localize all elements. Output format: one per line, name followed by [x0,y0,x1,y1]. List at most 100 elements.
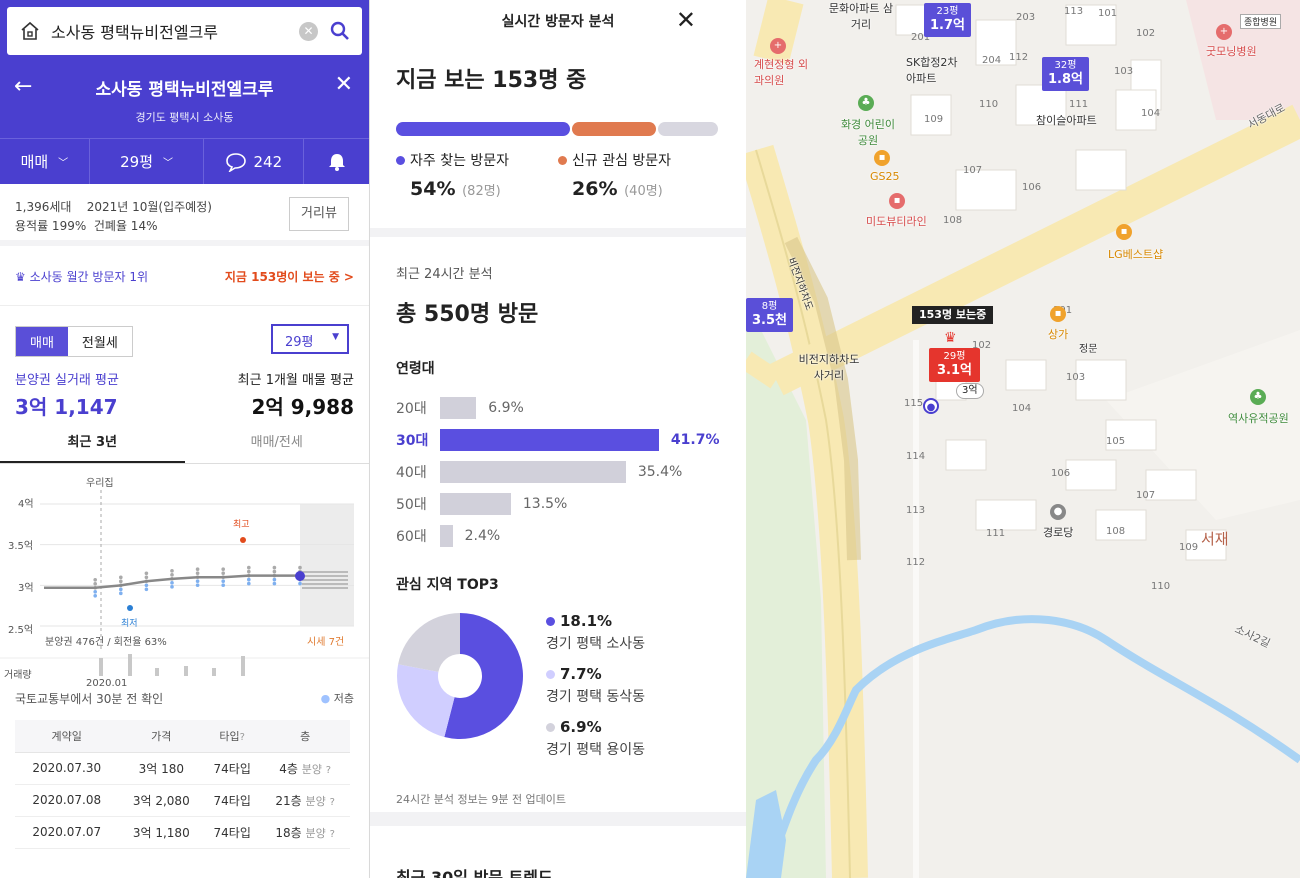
price-pin[interactable]: 32평 1.8억 [1042,57,1089,91]
hospital-icon: + [1216,24,1232,40]
search-box[interactable]: 소사동 평택뉴비전엘크루 ✕ [7,7,362,55]
price-points [93,565,302,598]
map-label: LG베스트샵 [1108,248,1164,261]
age-value: 41.7% [670,432,720,448]
region-item: 7.7% 경기 평택 동삭동 [546,665,645,706]
region-pct: 6.9% [560,718,602,736]
visitor-legend: 자주 찾는 방문자 54% (82명) 신규 관심 방문자 26% (40명) [396,150,720,200]
period-tabs: 최근 3년 매매/전세 [0,428,369,464]
help-icon[interactable]: ? [240,732,245,743]
map-label: 상가 [1048,328,1069,341]
forecast-area [300,504,354,626]
col-price: 가격 [118,720,205,753]
map-label: 계현정형 외과의원 [754,58,809,87]
volume-bar [241,656,245,676]
low-label: 최저 [121,618,138,629]
low-floor-legend: 저층 [333,692,354,705]
price-point [119,575,123,580]
search-icon[interactable] [330,21,350,41]
help-icon[interactable]: ? [330,829,335,840]
volume-bar [128,654,132,676]
new-label: 신규 관심 방문자 [572,153,672,169]
visitor-banner[interactable]: ♛ 소사동 월간 방문자 1위 지금 153명이 보는 중 > [0,246,369,306]
tab-rent[interactable]: 전월세 [68,327,132,356]
avg-value-1: 3억 1,147 [15,395,118,419]
location-marker-icon: ● [923,398,939,414]
price-point [247,565,251,570]
trade-type-label: 매매 [20,153,49,171]
selected-price-pin[interactable]: 29평 3.1억 [929,348,980,382]
price-chart[interactable]: 우리집 최고 최저 4억 3.5억 3억 2.5억 분양권 476건 / 회전율… [0,464,369,690]
region-name: 경기 평택 소사동 [546,636,646,652]
price-point [195,567,200,571]
price-point [144,587,149,592]
price-point [93,577,97,582]
map-label: 문화아파트 삼거리 [828,2,894,31]
table-row[interactable]: 2020.07.07 3억 1,180 74타입 18층 분양 ? [15,816,350,849]
complex-name: 소사동 평택뉴비전엘크루 [95,80,274,100]
donut-slice [398,613,460,672]
price-point [119,591,123,596]
region-dot [546,670,555,679]
col-floor: 층 [260,720,350,753]
age-row: 50대 13.5% [396,488,720,520]
back-arrow-icon[interactable]: ← [14,74,32,99]
deal-type: 74타입 [204,784,261,817]
price-pin[interactable]: 8평 3.5천 [746,298,793,332]
beauty-icon: ▪ [889,193,905,209]
visitor-ratio-bar [396,122,720,136]
complex-header: ← 소사동 평택뉴비전엘크루 경기도 평택시 소사동 ✕ [0,62,369,138]
map-label: 종합병원 [1240,14,1282,29]
age-value: 13.5% [522,496,568,512]
clear-icon[interactable]: ✕ [299,21,318,41]
home-icon[interactable] [19,20,41,42]
region-name: 경기 평택 용이동 [546,742,646,758]
map-area[interactable]: 201 203 113 101 102 204 112 103 109 110 111 10… [746,0,1300,878]
frequent-count: (82명) [462,184,501,199]
area-label: 29평 [120,153,154,171]
price-point [247,577,251,582]
age-row: 30대 41.7% [396,424,720,456]
x-tick-2020: 2020.01 [86,678,127,689]
map-label: 굿모닝병원 [1206,45,1257,58]
tab-recent-3y[interactable]: 최근 3년 [0,428,185,463]
price-point [195,571,200,575]
high-point [240,537,246,543]
pyeong-select[interactable]: 29평 [271,324,349,354]
visitor-analysis-panel: 실시간 방문자 분석 ✕ 지금 보는 153명 중 자주 찾는 방문자 54% … [370,0,746,878]
help-icon[interactable]: ? [330,797,335,808]
tab-sale-rent[interactable]: 매매/전세 [185,428,370,463]
average-row: 분양권 실거래 평균 3억 1,147 최근 1개월 매물 평균 2억 9,988 [15,369,354,420]
age-label: 20대 [396,401,427,417]
recent-total: 총 550명 방문 [396,302,539,327]
region-name: 경기 평택 동삭동 [546,689,646,705]
low-floor-dot: ● [320,692,334,705]
area-dropdown[interactable]: 29평 ﹀ [90,139,205,184]
region-pct: 18.1% [560,612,613,630]
comments-button[interactable]: 242 [204,139,305,184]
distance-view-button[interactable]: 거리뷰 [289,197,349,231]
molit-row: 국토교통부에서 30분 전 확인 ● 저층 [0,690,369,720]
map-label: 경로당 [1043,526,1074,539]
map-label: 화경 어린이공원 [840,118,896,147]
alert-button[interactable] [304,139,369,184]
tab-sale[interactable]: 매매 [16,327,68,356]
daily-analysis-card: 최근 24시간 분석 총 550명 방문 연령대 20대 6.9% 30대 41.7%… [370,237,746,812]
close-icon[interactable]: ✕ [676,6,696,34]
trade-type-dropdown[interactable]: 매매 ﹀ [0,139,90,184]
deal-floor: 18층 분양 ? [260,816,350,849]
table-row[interactable]: 2020.07.08 3억 2,080 74타입 21층 분양 ? [15,784,350,817]
age-bar [440,461,626,483]
table-row[interactable]: 2020.07.30 3억 180 74타입 4층 분양 ? [15,752,350,785]
help-icon[interactable]: ? [326,765,331,776]
close-icon[interactable]: ✕ [335,72,353,97]
age-bar [440,525,453,547]
price-pin[interactable]: 23평 1.7억 [924,3,971,37]
ratio-other [657,122,718,136]
deal-table: 계약일 가격 타입? 층 2020.07.30 3억 180 74타입 4층 분… [15,720,350,849]
price-point [195,579,200,583]
age-bar [440,397,477,419]
deal-type: 74타입 [204,816,261,849]
search-input[interactable]: 소사동 평택뉴비전엘크루 [51,19,299,43]
visitor-now-link[interactable]: 지금 153명이 보는 중 > [225,268,354,305]
